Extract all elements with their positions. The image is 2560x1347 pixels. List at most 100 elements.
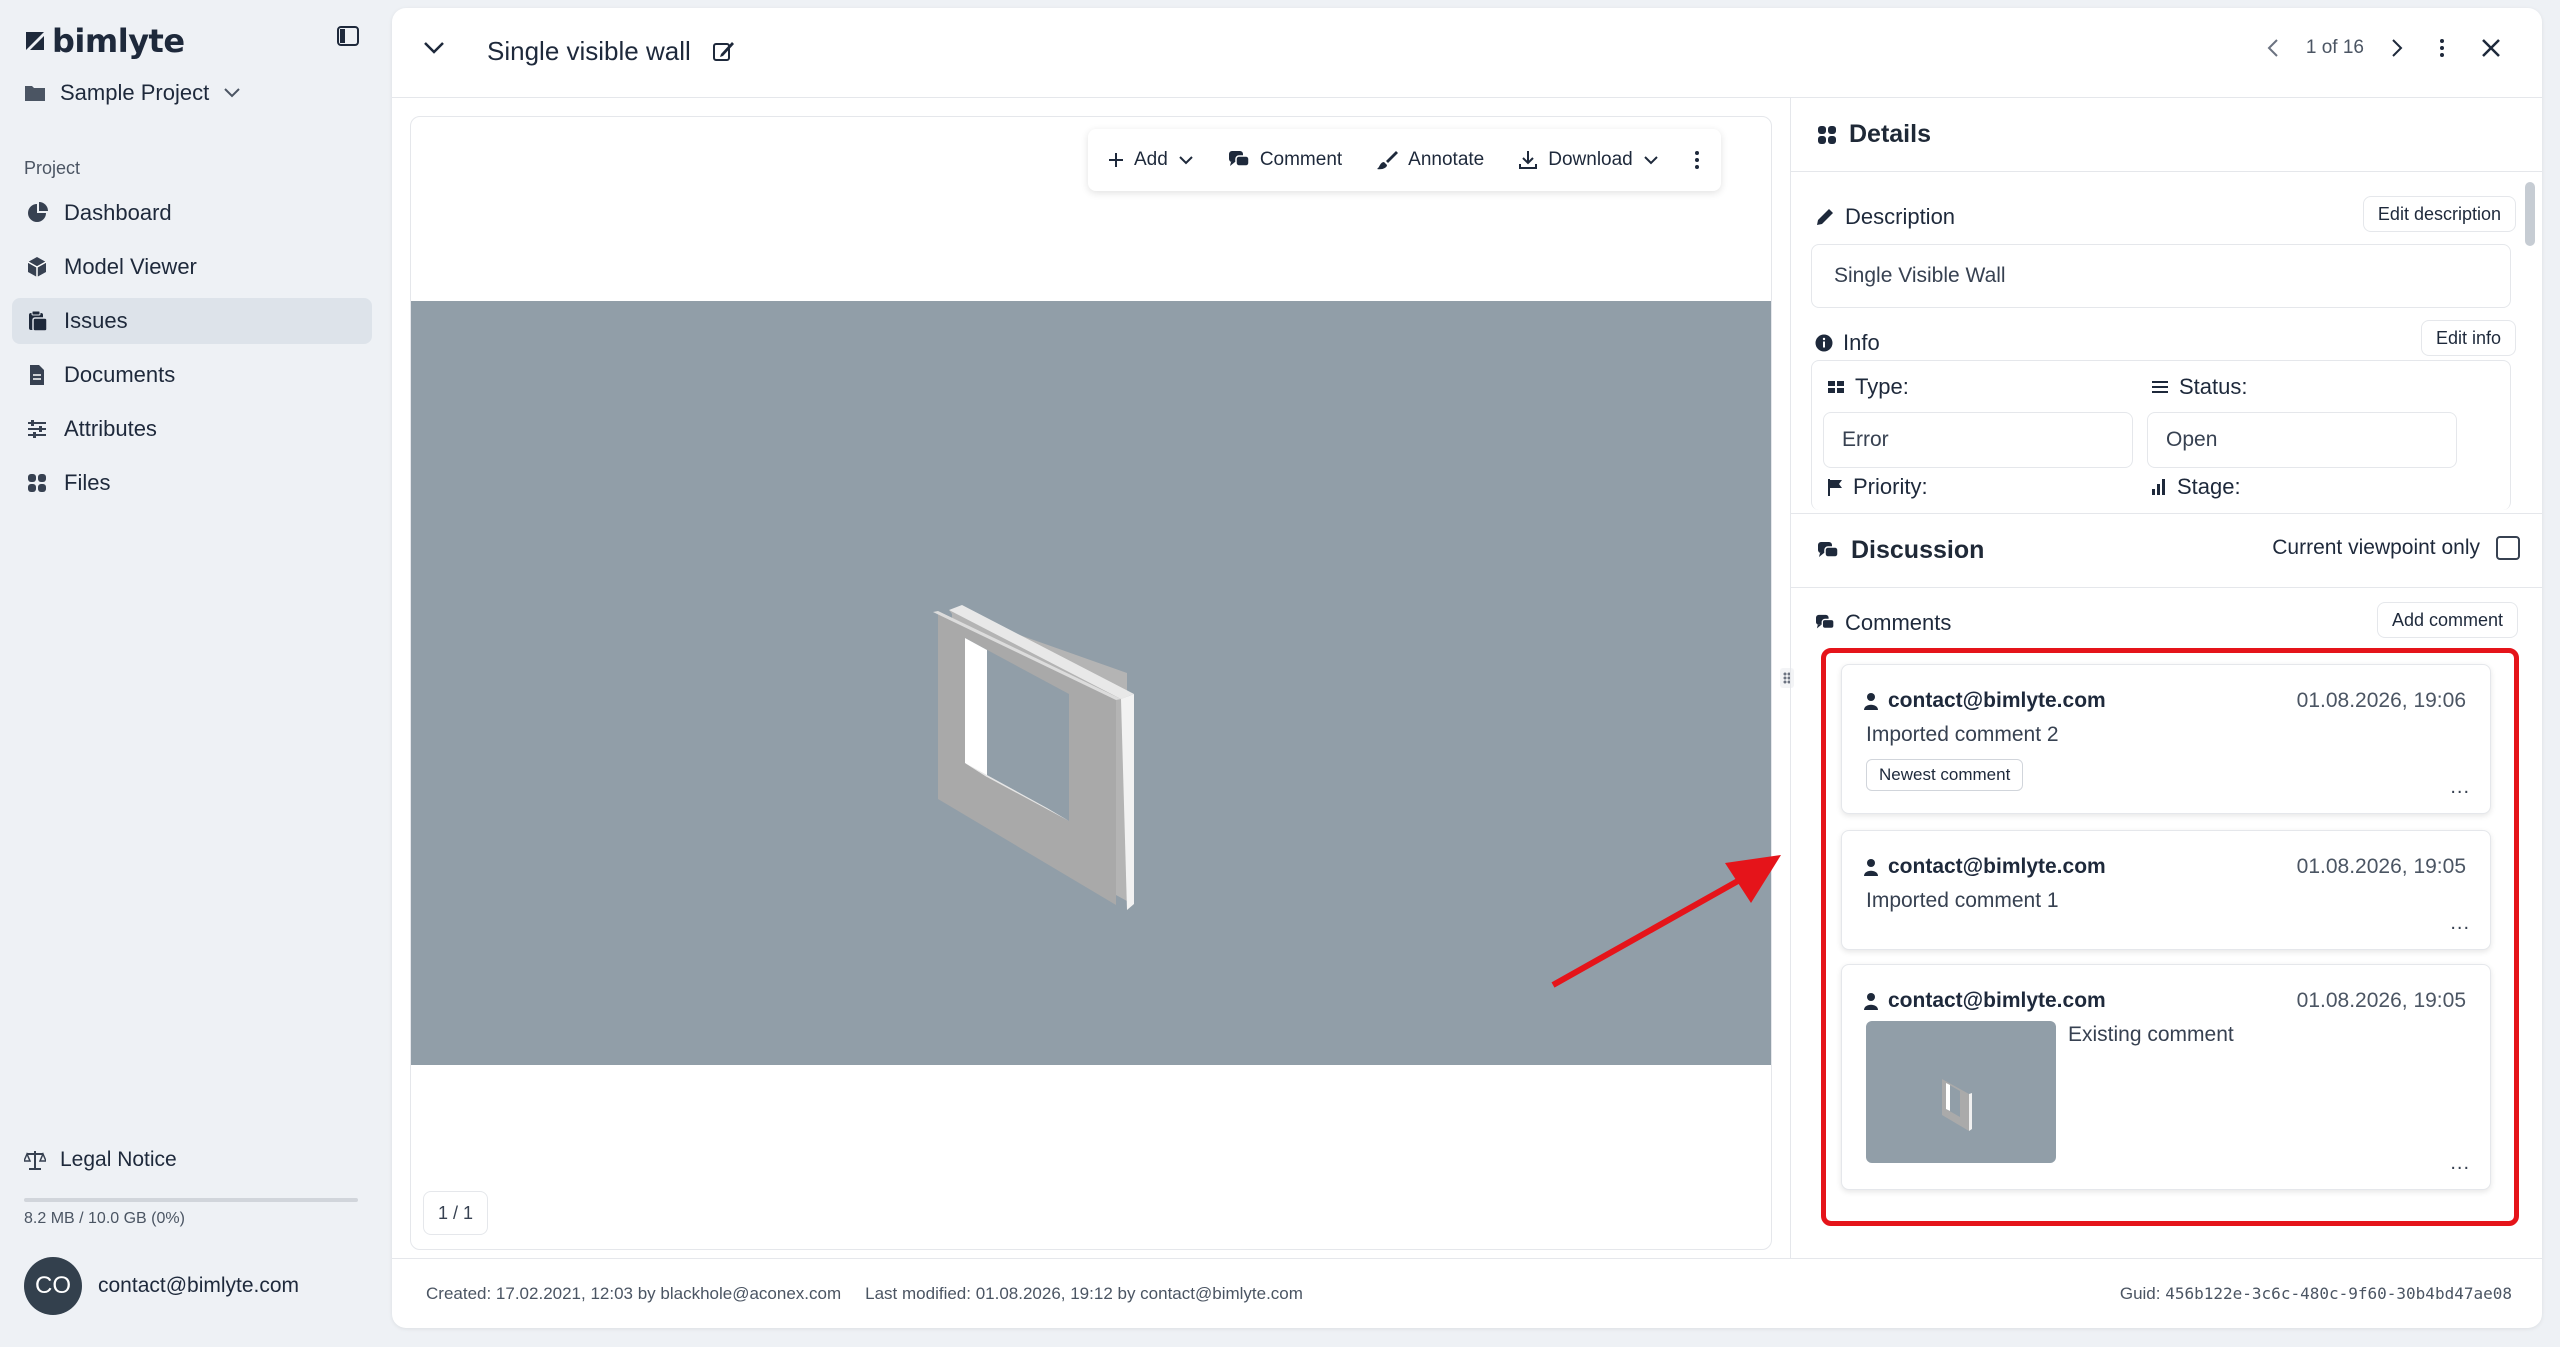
details-scrollbar[interactable] [2525, 182, 2535, 246]
viewpoint-only-label: Current viewpoint only [2272, 536, 2480, 559]
comment-author: contact@bimlyte.com [1864, 855, 2106, 879]
folder-icon [25, 86, 45, 101]
more-vertical-icon[interactable] [2430, 36, 2454, 60]
user-icon [1864, 859, 1878, 876]
download-icon [1519, 151, 1538, 169]
viewer-toolbar: Add Comment Annotate Download [1088, 129, 1721, 191]
app-logo[interactable]: bimlyte [24, 22, 185, 60]
sidebar-toggle-button[interactable] [336, 24, 362, 50]
sidebar-item-issues[interactable]: Issues [12, 298, 372, 344]
sidebar-item-label: Files [64, 470, 111, 495]
viewpoint-only-toggle[interactable]: Current viewpoint only [2272, 536, 2520, 560]
comment-thumbnail[interactable] [1866, 1021, 2056, 1163]
sidebar-item-files[interactable]: Files [12, 460, 372, 506]
comment-more-button[interactable]: ... [2450, 776, 2470, 799]
sidebar-item-model-viewer[interactable]: Model Viewer [12, 244, 372, 290]
user-email: contact@bimlyte.com [98, 1274, 300, 1297]
comment-button[interactable]: Comment [1228, 149, 1342, 171]
comment-tag: Newest comment [1866, 759, 2024, 791]
type-field[interactable]: Error [1823, 412, 2133, 468]
guid: Guid: 456b122e-3c6c-480c-9f60-30b4bd47ae… [2120, 1284, 2512, 1304]
chevron-down-icon[interactable] [422, 40, 446, 56]
guid-label: Guid: [2119, 1284, 2161, 1303]
guid-value: 456b122e-3c6c-480c-9f60-30b4bd47ae08 [2165, 1284, 2512, 1303]
details-title: Details [1849, 120, 1931, 148]
comment-card[interactable]: contact@bimlyte.com 01.08.2026, 19:05 Ex… [1841, 964, 2491, 1190]
sidebar-item-label: Model Viewer [64, 254, 197, 279]
more-vertical-icon[interactable] [1693, 150, 1701, 170]
created-text: Created: 17.02.2021, 12:03 by blackhole@… [426, 1284, 842, 1303]
priority-label-text: Priority: [1853, 474, 1928, 499]
viewpoint-only-checkbox[interactable] [2496, 536, 2520, 560]
discussion-title-text: Discussion [1851, 536, 1985, 564]
comment-date: 01.08.2026, 19:05 [2296, 989, 2466, 1012]
edit-info-button[interactable]: Edit info [2420, 320, 2516, 356]
comment-author-text: contact@bimlyte.com [1888, 855, 2106, 878]
edit-icon[interactable] [712, 39, 736, 63]
logo-icon [26, 32, 44, 50]
project-name: Sample Project [60, 80, 210, 105]
download-button[interactable]: Download [1518, 149, 1659, 171]
sidebar-toggle-icon [337, 26, 359, 46]
sidebar-item-documents[interactable]: Documents [12, 352, 372, 398]
dashboard-icon [28, 202, 48, 222]
details-header: Details [1791, 98, 2542, 172]
grid-icon [1818, 125, 1836, 144]
download-label: Download [1548, 149, 1633, 170]
pencil-icon [1817, 209, 1833, 225]
annotate-button[interactable]: Annotate [1376, 149, 1484, 171]
comments-icon [1228, 151, 1250, 167]
bar-chart-icon [2152, 479, 2165, 495]
cube-icon [27, 257, 47, 277]
comment-label: Comment [1259, 149, 1343, 170]
type-label: Type: [1827, 374, 1909, 400]
issue-title: Single visible wall [487, 36, 691, 66]
sidebar-item-label: Dashboard [64, 200, 172, 225]
add-button[interactable]: Add [1108, 149, 1194, 171]
grid-icon [28, 474, 46, 492]
project-selector[interactable]: Sample Project [24, 80, 241, 106]
comment-date: 01.08.2026, 19:05 [2296, 855, 2466, 878]
avatar: CO [24, 1257, 82, 1315]
chevron-right-icon[interactable] [2390, 37, 2404, 59]
comments-label-text: Comments [1845, 610, 1952, 635]
brush-icon [1377, 151, 1399, 170]
description-field[interactable]: Single Visible Wall [1811, 244, 2511, 308]
priority-label: Priority: [1827, 474, 1928, 500]
comment-author: contact@bimlyte.com [1864, 689, 2106, 713]
edit-description-button[interactable]: Edit description [2362, 196, 2516, 232]
plus-icon [1109, 153, 1123, 167]
sidebar-item-label: Issues [64, 308, 128, 333]
page-indicator[interactable]: 1 / 1 [423, 1191, 489, 1235]
sidebar-item-dashboard[interactable]: Dashboard [12, 190, 372, 236]
stage-label-text: Stage: [2177, 474, 2241, 499]
sidebar-nav: Dashboard Model Viewer Issues Documents … [12, 190, 372, 514]
info-label: Info [1815, 330, 1880, 356]
close-icon[interactable] [2480, 37, 2502, 59]
add-comment-button[interactable]: Add comment [2376, 602, 2518, 638]
user-icon [1864, 993, 1878, 1010]
sidebar-item-attributes[interactable]: Attributes [12, 406, 372, 452]
details-panel: Details Description Edit description Sin… [1790, 98, 2542, 1258]
info-icon [1815, 334, 1833, 352]
type-label-text: Type: [1855, 374, 1909, 399]
comment-more-button[interactable]: ... [2450, 912, 2470, 935]
chevron-left-icon[interactable] [2266, 37, 2280, 59]
status-field[interactable]: Open [2147, 412, 2457, 468]
flag-icon [1828, 479, 1842, 496]
list-icon [2152, 381, 2168, 393]
status-label: Status: [2151, 374, 2247, 400]
comment-text: Imported comment 1 [1866, 889, 2059, 912]
comment-card[interactable]: contact@bimlyte.com 01.08.2026, 19:06 Im… [1841, 664, 2491, 814]
footer-meta: Created: 17.02.2021, 12:03 by blackhole@… [426, 1284, 1303, 1304]
comment-more-button[interactable]: ... [2450, 1152, 2470, 1175]
comment-card[interactable]: contact@bimlyte.com 01.08.2026, 19:05 Im… [1841, 830, 2491, 950]
legal-notice-label: Legal Notice [60, 1148, 177, 1171]
comment-author-text: contact@bimlyte.com [1888, 989, 2106, 1012]
issue-panel: Single visible wall 1 of 16 Add Comment … [392, 8, 2542, 1328]
legal-notice-link[interactable]: Legal Notice [24, 1148, 177, 1172]
clipboard-icon [29, 310, 48, 332]
stage-label: Stage: [2151, 474, 2241, 500]
storage-text: 8.2 MB / 10.0 GB (0%) [24, 1210, 185, 1227]
user-menu[interactable]: CO contact@bimlyte.com [24, 1257, 299, 1315]
